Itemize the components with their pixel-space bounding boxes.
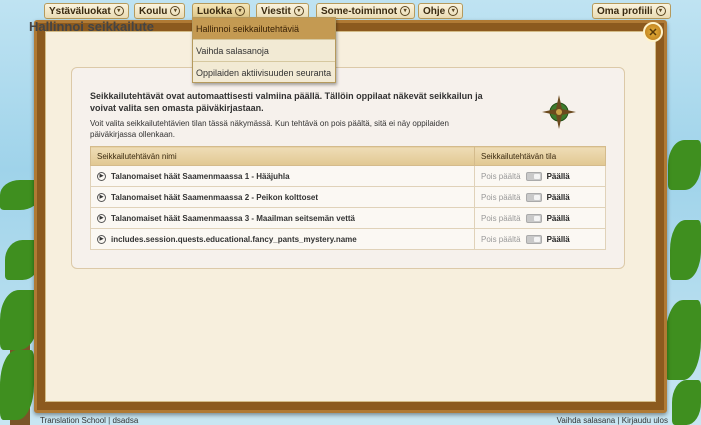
chevron-down-icon: ▾ [448,6,459,16]
content-panel: Seikkailutehtävät ovat automaattisesti v… [71,67,625,269]
play-icon[interactable]: ▶ [97,171,106,181]
close-icon: ✕ [648,26,658,39]
nav-label: Oma profiili [597,5,653,17]
off-label: Pois päältä [481,213,521,223]
intro-text: Voit valita seikkailutehtävien tilan täs… [90,119,449,139]
chevron-down-icon: ▾ [113,6,124,16]
chevron-down-icon: ▾ [293,6,304,16]
table-row: ▶ Talanomaiset häät Saamenmaassa 3 - Maa… [90,207,606,229]
chevron-down-icon: ▾ [400,6,411,16]
quest-name: Talanomaiset häät Saamenmaassa 1 - Hääju… [111,171,290,181]
nav-ohje[interactable]: Ohje ▾ [418,3,464,19]
status-toggle[interactable]: Pois päältä Päällä [481,213,599,223]
nav-koulu[interactable]: Koulu ▾ [134,3,186,19]
status-toggle[interactable]: Pois päältä Päällä [481,234,599,244]
footer-left-links[interactable]: Translation School | dsadsa [40,416,138,425]
table-header-row: Seikkailutehtävän nimi Seikkailutehtävän… [90,146,606,166]
toggle-switch[interactable] [525,213,542,223]
play-icon[interactable]: ▶ [97,213,106,223]
menu-item-activity-tracking[interactable]: Oppilaiden aktiivisuuden seuranta [193,62,335,84]
off-label: Pois päältä [481,171,521,181]
nav-label: Ohje [423,5,446,17]
close-button[interactable]: ✕ [643,22,663,42]
nav-ystavaluokat[interactable]: Ystäväluokat ▾ [44,3,129,19]
table-row: ▶ Talanomaiset häät Saamenmaassa 2 - Pei… [90,186,606,208]
nav-oma-profiili[interactable]: Oma profiili ▾ [592,3,671,19]
off-label: Pois päältä [481,192,521,202]
play-icon[interactable]: ▶ [97,192,106,202]
quest-name: Talanomaiset häät Saamenmaassa 2 - Peiko… [111,192,319,202]
quest-name: Talanomaiset häät Saamenmaassa 3 - Maail… [111,213,355,223]
status-toggle[interactable]: Pois päältä Päällä [481,192,599,202]
on-label: Päällä [546,234,570,244]
nav-label: Luokka [197,5,233,17]
on-label: Päällä [546,192,570,202]
menu-item-change-passwords[interactable]: Vaihda salasanoja [193,40,335,62]
nav-label: Ystäväluokat [49,5,111,17]
on-label: Päällä [546,171,570,181]
intro-text-bold: Seikkailutehtävät ovat automaattisesti v… [90,91,483,113]
compass-icon [542,95,576,129]
status-toggle[interactable]: Pois päältä Päällä [481,171,599,181]
menu-item-manage-quests[interactable]: Hallinnoi seikkailutehtäviä [193,18,335,40]
nav-label: Viestit [261,5,291,17]
column-header-status: Seikkailutehtävän tila [474,146,606,166]
table-row: ▶ Talanomaiset häät Saamenmaassa 1 - Hää… [90,165,606,187]
chevron-down-icon: ▾ [655,6,666,16]
chevron-down-icon: ▾ [170,6,181,16]
quest-table: Seikkailutehtävän nimi Seikkailutehtävän… [90,146,606,250]
nav-label: Some-toiminnot [321,5,398,17]
toggle-switch[interactable] [525,192,542,202]
column-header-name: Seikkailutehtävän nimi [90,146,475,166]
toggle-switch[interactable] [525,234,542,244]
table-row: ▶ includes.session.quests.educational.fa… [90,228,606,250]
page-title: Hallinnoi seikkailute [29,19,154,34]
off-label: Pois päältä [481,234,521,244]
footer-right-links[interactable]: Vaihda salasana | Kirjaudu ulos [557,416,668,425]
nav-label: Koulu [139,5,168,17]
toggle-switch[interactable] [525,171,542,181]
quest-name: includes.session.quests.educational.fanc… [111,234,357,244]
chevron-down-icon: ▾ [235,6,246,16]
play-icon[interactable]: ▶ [97,234,106,244]
luokka-dropdown-menu: Hallinnoi seikkailutehtäviä Vaihda salas… [192,17,336,83]
on-label: Päällä [546,213,570,223]
